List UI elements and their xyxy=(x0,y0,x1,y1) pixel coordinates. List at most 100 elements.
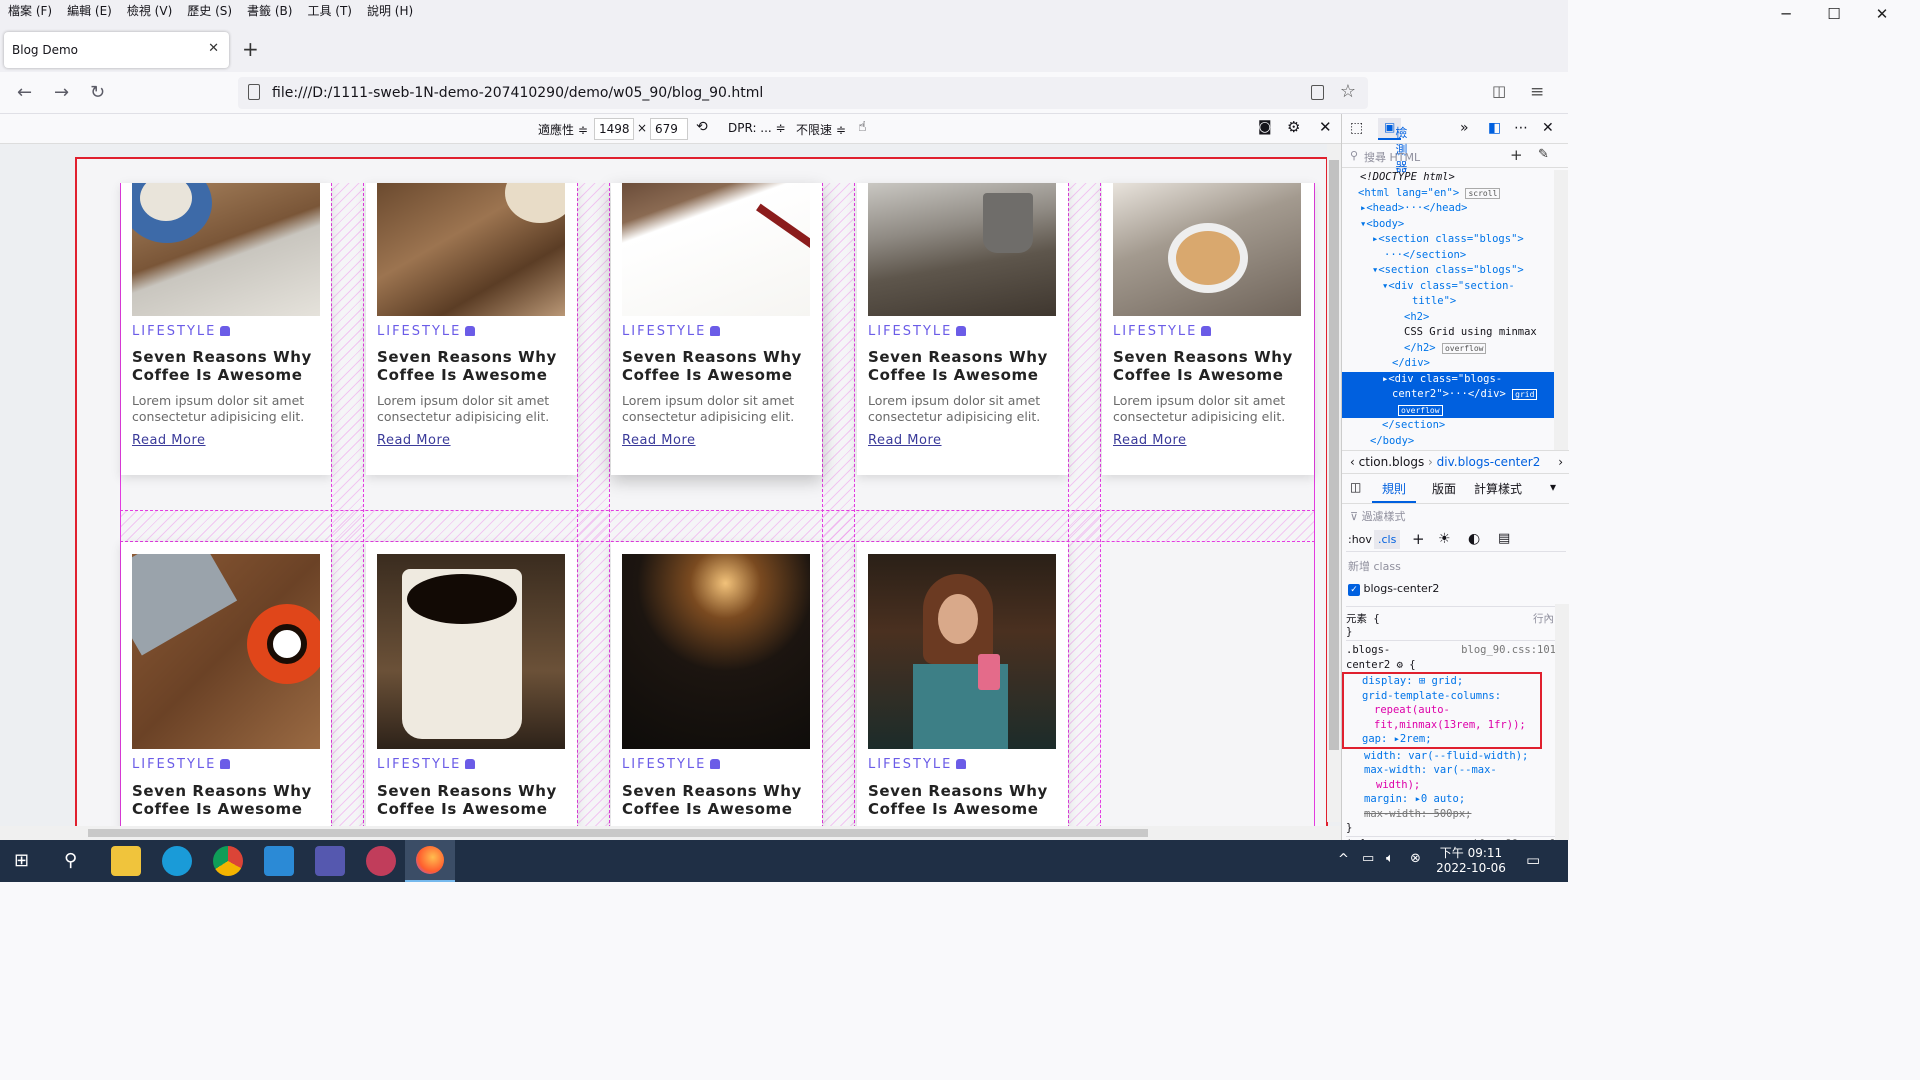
tab-inspector[interactable]: ▣ 檢測器 xyxy=(1378,118,1407,174)
maximize-icon[interactable]: ☐ xyxy=(1810,0,1858,28)
more-tools-icon[interactable]: » xyxy=(1460,120,1469,136)
rotate-icon[interactable]: ⟲ xyxy=(696,119,708,135)
chrome-icon[interactable] xyxy=(213,846,243,876)
prop-grid-template-columns[interactable]: grid-template-columns: xyxy=(1362,689,1538,704)
menu-tools[interactable]: 工具 (T) xyxy=(307,2,352,19)
div-section-title-node[interactable]: <div class="section- xyxy=(1388,280,1514,292)
read-more-link[interactable]: Read More xyxy=(377,433,451,448)
throttle-select[interactable]: 不限速 ≑ xyxy=(796,121,846,138)
markup-scrollbar[interactable] xyxy=(1554,170,1568,450)
class-toggle[interactable]: ✓ blogs-center2 xyxy=(1348,582,1439,596)
overflow-badge[interactable]: overflow xyxy=(1441,342,1487,354)
edge-icon[interactable] xyxy=(162,846,192,876)
file-explorer-icon[interactable] xyxy=(111,846,141,876)
tab-layout[interactable]: 版面 xyxy=(1432,480,1456,497)
prop-gtc-value-cont[interactable]: fit,minmax(13rem, 1fr)); xyxy=(1362,718,1538,733)
snip-tool-icon[interactable] xyxy=(366,846,396,876)
network-icon[interactable]: ▭ xyxy=(1362,851,1374,866)
breadcrumb-div[interactable]: div.blogs-center2 xyxy=(1437,455,1541,469)
dpr-select[interactable]: DPR: ... ≑ xyxy=(728,121,786,135)
volume-icon[interactable]: 🔈︎ xyxy=(1386,851,1394,866)
reader-view-icon[interactable] xyxy=(1311,85,1324,100)
app-menu-icon[interactable]: ≡ xyxy=(1530,82,1544,102)
minimize-icon[interactable]: ─ xyxy=(1762,0,1810,28)
tab-rules[interactable]: 規則 xyxy=(1372,480,1417,503)
teams-icon[interactable] xyxy=(315,846,345,876)
prop-gtc-value[interactable]: repeat(auto- xyxy=(1362,703,1538,718)
menu-history[interactable]: 歷史 (S) xyxy=(187,2,232,19)
body-node[interactable]: <body> xyxy=(1366,218,1404,230)
section-node-2[interactable]: <section class="blogs"> xyxy=(1378,264,1523,276)
mic-muted-icon[interactable]: ⊗ xyxy=(1410,851,1421,866)
element-picker-icon[interactable]: ⬚ xyxy=(1350,120,1363,136)
add-node-icon[interactable]: + xyxy=(1510,146,1523,164)
address-bar[interactable]: file:///D:/1111-sweb-1N-demo-207410290/d… xyxy=(238,77,1368,109)
horizontal-scrollbar[interactable] xyxy=(0,826,1341,840)
selected-div-node[interactable]: <div class="blogs- xyxy=(1388,373,1502,385)
vertical-scrollbar[interactable] xyxy=(1327,144,1341,822)
light-mode-icon[interactable]: ☀ xyxy=(1438,531,1451,547)
menu-view[interactable]: 檢視 (V) xyxy=(127,2,172,19)
menu-file[interactable]: 檔案 (F) xyxy=(8,2,52,19)
read-more-link[interactable]: Read More xyxy=(622,433,696,448)
toggle-sidebar-icon[interactable]: ◫ xyxy=(1350,480,1361,494)
touch-simulation-icon[interactable]: ☝ xyxy=(858,119,867,135)
tab-computed[interactable]: 計算樣式 xyxy=(1474,480,1522,497)
prop-overridden-max-width[interactable]: max-width: 500px; xyxy=(1346,807,1556,822)
dock-icon[interactable]: ◧ xyxy=(1488,120,1501,136)
viewport-width-input[interactable]: 1498 xyxy=(594,118,634,140)
head-node[interactable]: <head>···</head> xyxy=(1366,202,1467,214)
breadcrumb-prev-icon[interactable]: ‹ xyxy=(1350,455,1355,469)
clock[interactable]: 下午 09:11 2022-10-06 xyxy=(1436,844,1506,875)
notifications-icon[interactable]: ▭ xyxy=(1526,851,1540,869)
add-rule-icon[interactable]: + xyxy=(1412,530,1425,548)
read-more-link[interactable]: Read More xyxy=(132,433,206,448)
prop-display[interactable]: display: ⊞ grid; xyxy=(1362,674,1538,689)
prop-max-width-cont[interactable]: width); xyxy=(1346,778,1556,793)
section-node[interactable]: <section class="blogs"> xyxy=(1378,233,1523,245)
close-rdm-icon[interactable]: ✕ xyxy=(1319,118,1332,136)
rules-scrollbar[interactable] xyxy=(1555,604,1569,840)
filter-styles-input[interactable]: ⊽ 過濾樣式 xyxy=(1350,508,1406,524)
breadcrumb-next-icon[interactable]: › xyxy=(1558,455,1563,469)
selected-div-node-cont[interactable]: center2">···</div> xyxy=(1392,388,1506,400)
prop-max-width[interactable]: max-width: var(--max- xyxy=(1346,763,1556,778)
section-close-node[interactable]: ···</section> xyxy=(1384,249,1466,261)
h2-node[interactable]: <h2> xyxy=(1404,311,1429,323)
prop-margin[interactable]: margin: ▸0 auto; xyxy=(1346,792,1556,807)
cls-toggle[interactable]: .cls xyxy=(1374,530,1401,549)
forward-icon[interactable]: → xyxy=(54,82,69,103)
close-devtools-icon[interactable]: ✕ xyxy=(1542,120,1554,136)
new-class-input[interactable]: 新增 class xyxy=(1348,558,1401,574)
hov-toggle[interactable]: :hov xyxy=(1348,533,1372,546)
menu-help[interactable]: 說明 (H) xyxy=(367,2,413,19)
close-tab-icon[interactable]: ✕ xyxy=(208,41,219,56)
html-node[interactable]: <html lang="en"> xyxy=(1358,187,1459,199)
back-icon[interactable]: ← xyxy=(17,82,32,103)
tray-chevron-icon[interactable]: ^ xyxy=(1338,852,1349,867)
tab-blog-demo[interactable]: Blog Demo ✕ xyxy=(4,32,229,68)
dark-mode-icon[interactable]: ◐ xyxy=(1468,531,1480,547)
menu-edit[interactable]: 編輯 (E) xyxy=(67,2,112,19)
scroll-badge[interactable]: scroll xyxy=(1465,187,1501,199)
grid-badge[interactable]: grid xyxy=(1512,389,1538,400)
device-select[interactable]: 適應性 ≑ xyxy=(538,121,588,138)
read-more-link[interactable]: Read More xyxy=(868,433,942,448)
doctype-node[interactable]: <!DOCTYPE html> xyxy=(1360,171,1455,183)
viewport-height-input[interactable]: 679 xyxy=(650,118,688,140)
vscode-icon[interactable] xyxy=(264,846,294,876)
reload-icon[interactable]: ↻ xyxy=(90,82,105,103)
taskbar-search-icon[interactable]: ⚲ xyxy=(64,850,77,871)
settings-gear-icon[interactable]: ⚙ xyxy=(1287,118,1300,136)
prop-width[interactable]: width: var(--fluid-width); xyxy=(1346,749,1556,764)
start-icon[interactable]: ⊞ xyxy=(14,850,29,871)
tabs-dropdown-icon[interactable]: ▾ xyxy=(1550,480,1556,494)
h2-text-node[interactable]: CSS Grid using minmax xyxy=(1404,326,1537,338)
overflow-badge-2[interactable]: overflow xyxy=(1398,404,1443,416)
eyedropper-icon[interactable]: ✎ xyxy=(1538,147,1549,162)
pocket-icon[interactable]: ◫ xyxy=(1492,82,1506,100)
screenshot-icon[interactable]: ◙ xyxy=(1258,119,1272,135)
new-tab-icon[interactable]: + xyxy=(242,37,259,61)
firefox-taskbar-button[interactable] xyxy=(405,840,455,882)
read-more-link[interactable]: Read More xyxy=(1113,433,1187,448)
